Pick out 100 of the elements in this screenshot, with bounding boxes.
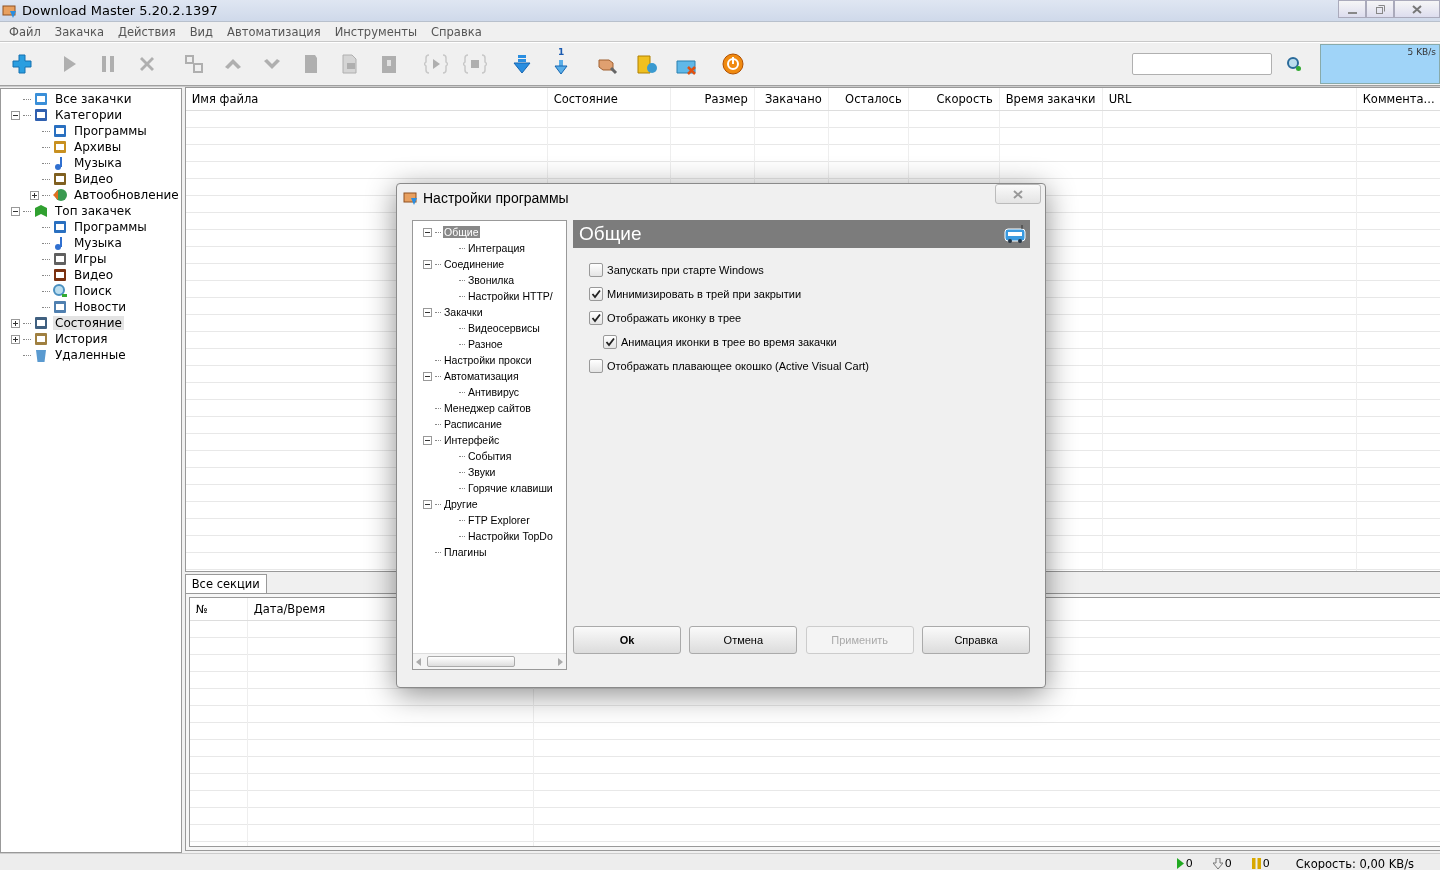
power-icon (721, 52, 745, 76)
dialog-button[interactable]: Справка (922, 626, 1030, 654)
menu-item[interactable]: Закачка (47, 24, 111, 39)
checkbox[interactable] (603, 335, 617, 349)
collapse-icon[interactable] (423, 435, 432, 445)
tree-item[interactable]: Музыка (72, 156, 124, 170)
tree-item[interactable]: Музыка (72, 236, 124, 250)
toolbar-button[interactable]: 1 (545, 48, 577, 80)
expand-icon[interactable] (11, 334, 20, 344)
tree-item[interactable]: Закачки (443, 306, 484, 318)
tree-item[interactable]: Антивирус (467, 386, 521, 398)
tree-item[interactable]: Интерфейс (443, 434, 501, 446)
menu-item[interactable]: Вид (182, 24, 221, 39)
checkbox[interactable] (589, 263, 603, 277)
column-header[interactable]: Время закачки (999, 88, 1103, 110)
trash-icon (33, 347, 49, 363)
tree-item[interactable]: Автоматизация (443, 370, 520, 382)
tree-item[interactable]: Общие (443, 226, 480, 238)
tree-item[interactable]: События (467, 450, 513, 462)
horizontal-scrollbar[interactable] (413, 653, 566, 669)
option-label: Отображать иконку в трее (607, 312, 742, 324)
tree-item[interactable]: Программы (72, 220, 149, 234)
tree-item[interactable]: Поиск (72, 284, 114, 298)
plus-icon (10, 52, 34, 76)
tree-item[interactable]: Видеосервисы (467, 322, 541, 334)
tree-item[interactable]: Другие (443, 498, 479, 510)
close-button[interactable] (1394, 0, 1440, 18)
menu-item[interactable]: Инструменты (327, 24, 424, 39)
menu-item[interactable]: Файл (2, 24, 48, 39)
expand-icon[interactable] (30, 190, 39, 200)
collapse-icon[interactable] (423, 307, 432, 317)
column-header[interactable]: URL (1102, 88, 1357, 110)
tree-item[interactable]: Менеджер сайтов (443, 402, 532, 414)
checkmark-icon (591, 313, 601, 323)
tree-item[interactable]: Автообновление (72, 188, 181, 202)
checkbox[interactable] (589, 287, 603, 301)
pause-icon (1251, 858, 1261, 869)
tree-item[interactable]: Настройки HTTP/ (467, 290, 554, 302)
close-button[interactable] (995, 184, 1041, 204)
dialog-button[interactable]: Ok (573, 626, 681, 654)
close-icon (1013, 189, 1023, 199)
tree-item[interactable]: Архивы (72, 140, 124, 154)
dialog-button[interactable]: Отмена (689, 626, 798, 654)
tree-item[interactable]: Все закачки (53, 92, 134, 106)
search-icon[interactable] (1286, 56, 1302, 72)
collapse-icon[interactable] (423, 499, 432, 509)
column-header[interactable]: Размер (670, 88, 755, 110)
column-header[interactable]: Закачано (754, 88, 829, 110)
search-field[interactable] (1132, 53, 1272, 75)
tab[interactable]: Все секции (184, 574, 267, 593)
tree-item[interactable]: Видео (72, 268, 116, 282)
tree-item[interactable]: Удаленные (53, 348, 128, 362)
option-label: Запускать при старте Windows (607, 264, 764, 276)
tree-item[interactable]: Состояние (53, 316, 124, 330)
tree-item[interactable]: Программы (72, 124, 149, 138)
collapse-icon[interactable] (423, 227, 432, 237)
collapse-icon[interactable] (11, 206, 20, 216)
tree-item[interactable]: Расписание (443, 418, 503, 430)
column-header[interactable]: Имя файла (185, 88, 548, 110)
column-header[interactable]: Осталось (828, 88, 909, 110)
tree-item[interactable]: Игры (72, 252, 109, 266)
tree-item[interactable]: Горячие клавиши (467, 482, 554, 494)
collapse-icon[interactable] (423, 259, 432, 269)
tree-item[interactable]: Топ закачек (53, 204, 134, 218)
column-header[interactable]: Состояние (547, 88, 671, 110)
tree-item[interactable]: Новости (72, 300, 129, 314)
folder-globe-icon (635, 52, 659, 76)
tree-item[interactable]: Настройки TopDo (467, 530, 554, 542)
tree-item[interactable]: Разное (467, 338, 504, 350)
expand-icon[interactable] (11, 318, 20, 328)
page-title: Общие (579, 223, 642, 245)
menu-item[interactable]: Справка (424, 24, 489, 39)
window-title: Download Master 5.20.2.1397 (22, 3, 219, 18)
tree-item[interactable]: Звуки (467, 466, 497, 478)
scroll-left-icon[interactable] (416, 657, 421, 666)
tree-item[interactable]: Звонилка (467, 274, 516, 286)
checkbox[interactable] (589, 311, 603, 325)
tree-item[interactable]: Соединение (443, 258, 506, 270)
tree-item[interactable]: FTP Explorer (467, 514, 531, 526)
queued-count: 0 (1224, 857, 1232, 870)
column-header[interactable]: № (189, 598, 248, 620)
scroll-right-icon[interactable] (558, 657, 563, 666)
menu-item[interactable]: Автоматизация (220, 24, 328, 39)
tree-item[interactable]: История (53, 332, 110, 346)
tree-item[interactable]: Плагины (443, 546, 488, 558)
app-icon (403, 190, 419, 206)
column-header[interactable]: Скорость (908, 88, 1000, 110)
tree-item[interactable]: Настройки прокси (443, 354, 533, 366)
tree-item[interactable]: Видео (72, 172, 116, 186)
column-header[interactable]: Коммента... (1356, 88, 1440, 110)
close-icon (1412, 4, 1422, 14)
checkmark-icon (591, 289, 601, 299)
menu-item[interactable]: Действия (111, 24, 183, 39)
checkbox[interactable] (589, 359, 603, 373)
tree-item[interactable]: Категории (53, 108, 125, 122)
tree-item[interactable]: Интеграция (467, 242, 526, 254)
collapse-icon[interactable] (11, 110, 20, 120)
collapse-icon[interactable] (423, 371, 432, 381)
restore-button[interactable] (1366, 0, 1394, 18)
minimize-button[interactable] (1338, 0, 1366, 18)
